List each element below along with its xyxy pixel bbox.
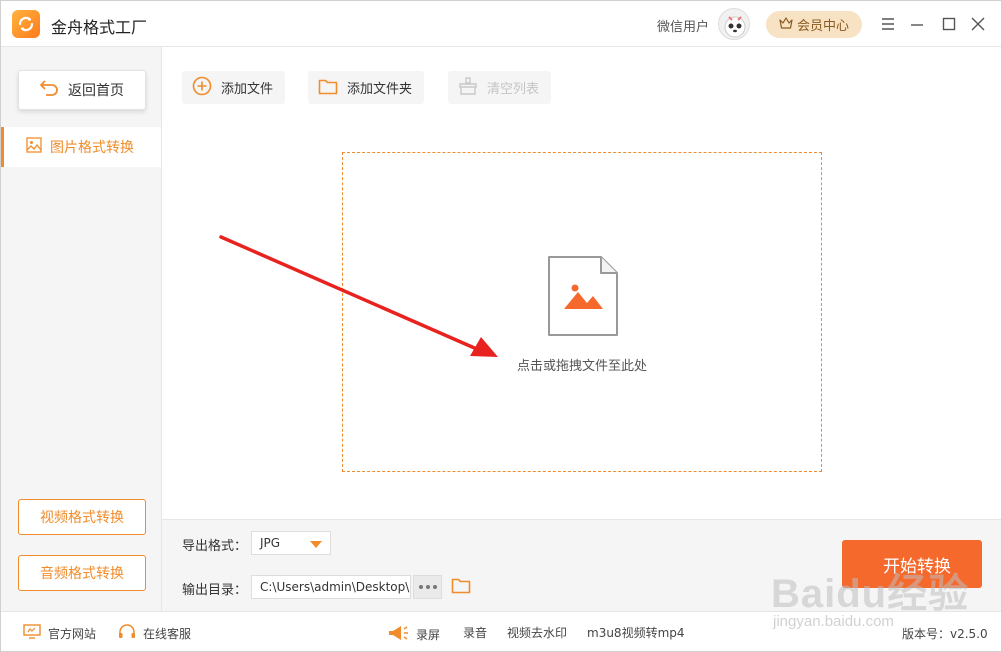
video-convert-button[interactable]: 视频格式转换 [18, 499, 146, 535]
maximize-icon[interactable] [938, 13, 960, 35]
image-file-icon [547, 255, 619, 341]
sidebar: 返回首页 图片格式转换 视频格式转换 音频格式转换 [1, 47, 162, 611]
app-window: 金舟格式工厂 微信用户 会员中心 返回首页 图片格式转换 视频格式转换 音频格式… [0, 0, 1002, 652]
remove-watermark-link[interactable]: 视频去水印 [507, 624, 567, 641]
add-file-label: 添加文件 [221, 82, 274, 97]
image-icon [26, 137, 42, 157]
add-file-button[interactable]: 添加文件 [182, 71, 286, 104]
avatar[interactable] [718, 8, 750, 40]
output-dir-field[interactable]: C:\Users\admin\Desktop\ [251, 575, 411, 599]
chevron-down-icon [310, 541, 322, 548]
online-service-link[interactable]: 在线客服 [118, 624, 191, 643]
add-folder-label: 添加文件夹 [347, 82, 413, 97]
format-value: JPG [260, 536, 281, 550]
version-text: 版本号：v2.5.0 [902, 627, 988, 641]
file-drop-zone[interactable]: 点击或拖拽文件至此处 [342, 152, 822, 472]
sidebar-item-image-convert[interactable]: 图片格式转换 [1, 127, 161, 167]
app-logo-icon [12, 10, 40, 38]
plus-circle-icon [192, 76, 212, 100]
record-screen-label: 录屏 [416, 628, 441, 642]
start-convert-button[interactable]: 开始转换 [842, 540, 982, 588]
megaphone-icon [387, 624, 409, 645]
headset-icon [118, 624, 136, 643]
user-name[interactable]: 微信用户 [657, 16, 709, 35]
back-arrow-icon [39, 80, 59, 100]
title-bar: 金舟格式工厂 微信用户 会员中心 [1, 1, 1001, 47]
drop-hint: 点击或拖拽文件至此处 [516, 359, 647, 374]
official-website-link[interactable]: 官方网站 [23, 624, 96, 642]
app-title: 金舟格式工厂 [51, 18, 148, 37]
monitor-icon [23, 624, 41, 642]
clear-list-label: 清空列表 [487, 82, 540, 97]
vip-center-button[interactable]: 会员中心 [766, 11, 862, 38]
clear-list-button[interactable]: 清空列表 [448, 71, 552, 104]
status-bar: 官方网站 在线客服 录屏 录音 视频去水印 m3u8视频转mp4 版本号：v2.… [1, 611, 1001, 651]
basket-icon [458, 76, 478, 99]
record-audio-link[interactable]: 录音 [463, 624, 487, 641]
close-icon[interactable] [967, 13, 989, 35]
sidebar-item-label: 图片格式转换 [50, 140, 134, 156]
add-folder-button[interactable]: 添加文件夹 [308, 71, 425, 104]
record-screen-link[interactable]: 录屏 [387, 624, 440, 645]
minimize-icon[interactable] [906, 13, 928, 35]
menu-icon[interactable] [877, 13, 899, 35]
crown-icon [779, 16, 793, 33]
vip-label: 会员中心 [796, 19, 849, 34]
back-home-label: 返回首页 [68, 83, 124, 99]
website-label: 官方网站 [48, 626, 97, 641]
format-label: 导出格式： [182, 539, 248, 554]
service-label: 在线客服 [143, 627, 192, 641]
open-folder-icon[interactable] [451, 576, 471, 598]
browse-more-button[interactable] [413, 575, 442, 599]
m3u8-convert-link[interactable]: m3u8视频转mp4 [587, 624, 685, 641]
audio-convert-button[interactable]: 音频格式转换 [18, 555, 146, 591]
back-home-button[interactable]: 返回首页 [18, 70, 146, 110]
output-dir-label: 输出目录： [182, 583, 248, 598]
folder-icon [318, 77, 338, 99]
format-select[interactable]: JPG [251, 531, 331, 555]
